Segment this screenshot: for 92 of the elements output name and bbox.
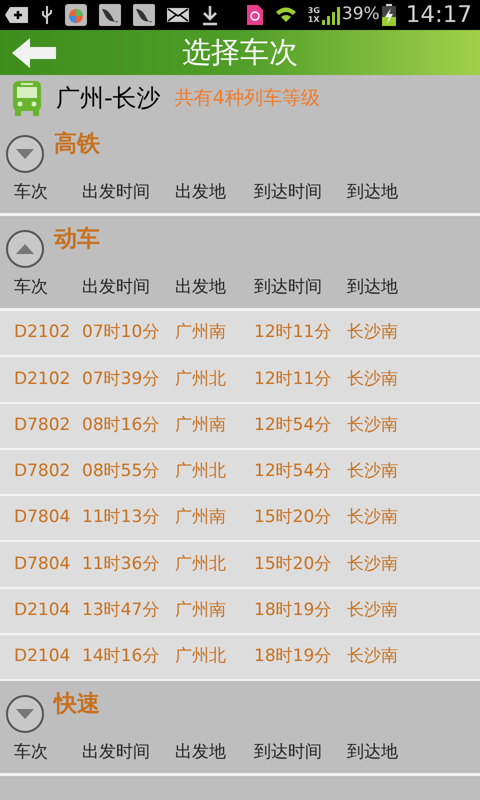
table-cell: 长沙南 (347, 414, 398, 435)
screen-title: 选择车次 (182, 34, 298, 71)
section-title: 快速 (54, 690, 100, 719)
plus-icon (4, 6, 30, 24)
train-row[interactable]: D2102 07时39分 广州北 12时11分 长沙南 (0, 357, 480, 404)
clock: 14:17 (406, 0, 473, 30)
table-cell: 08时16分 (82, 414, 160, 435)
column-header: 出发地 (175, 182, 226, 202)
table-cell: 15时20分 (254, 507, 332, 528)
battery-charging-icon (382, 4, 396, 26)
route-name: 广州-长沙 (56, 83, 161, 114)
network-type: 3G (308, 6, 320, 15)
table-cell: D2102 (14, 322, 70, 342)
app-icon (246, 4, 264, 26)
table-cell: D2104 (14, 600, 70, 620)
column-header: 车次 (14, 277, 48, 298)
expand-toggle[interactable] (6, 230, 44, 268)
table-cell: 11时13分 (82, 507, 160, 528)
table-cell: 长沙南 (347, 646, 398, 666)
train-row[interactable]: D2104 14时16分 广州北 18时19分 长沙南 (0, 634, 480, 681)
table-cell: 广州北 (175, 554, 226, 574)
down-triangle-icon (16, 709, 34, 719)
column-header: 出发时间 (82, 182, 150, 202)
back-button[interactable] (12, 36, 56, 70)
table-cell: 18时19分 (254, 600, 332, 620)
back-arrow-icon (12, 38, 56, 68)
table-cell: 长沙南 (347, 322, 398, 342)
expand-toggle[interactable] (6, 135, 44, 173)
column-header: 出发地 (175, 742, 226, 762)
column-header: 到达时间 (254, 182, 322, 202)
column-header: 车次 (14, 182, 48, 202)
download-icon (200, 4, 220, 26)
column-header: 到达地 (347, 277, 398, 298)
table-cell: 15时20分 (254, 554, 332, 574)
table-cell: 12时54分 (254, 461, 332, 482)
table-cell: 12时11分 (254, 368, 332, 389)
table-cell: 长沙南 (347, 600, 398, 620)
column-header: 到达时间 (254, 277, 322, 298)
mail-icon (166, 6, 190, 24)
up-triangle-icon (16, 244, 34, 254)
column-header: 到达地 (347, 742, 398, 762)
train-row[interactable]: D7802 08时55分 广州北 12时54分 长沙南 (0, 450, 480, 496)
column-header: 出发地 (175, 277, 226, 298)
table-cell: 18时19分 (254, 646, 332, 666)
table-cell: 11时36分 (82, 554, 160, 574)
table-cell: D7804 (14, 507, 70, 528)
table-cell: 07时39分 (82, 368, 160, 389)
table-cell: 广州南 (175, 414, 226, 435)
column-header: 出发时间 (82, 277, 150, 298)
section-title: 动车 (54, 224, 100, 254)
section-title: 高铁 (54, 130, 100, 159)
table-cell: 广州北 (175, 646, 226, 666)
table-cell: D2102 (14, 368, 70, 389)
app-icon (64, 3, 88, 27)
bus-icon (12, 80, 42, 116)
train-row[interactable]: D7804 11时13分 广州南 15时20分 长沙南 (0, 496, 480, 542)
column-header: 出发时间 (82, 742, 150, 762)
network-type: 1X (308, 15, 320, 24)
column-header: 车次 (14, 742, 48, 762)
table-cell: 广州北 (175, 368, 226, 389)
table-cell: 广州北 (175, 461, 226, 482)
signal-icon (322, 5, 340, 25)
table-cell: D7802 (14, 461, 70, 482)
table-cell: 广州南 (175, 507, 226, 528)
train-row[interactable]: D7802 08时16分 广州南 12时54分 长沙南 (0, 404, 480, 450)
table-cell: 长沙南 (347, 554, 398, 574)
pea-pod-icon (132, 3, 156, 27)
pea-pod-icon (98, 3, 122, 27)
expand-toggle[interactable] (6, 695, 44, 733)
table-cell: D7802 (14, 414, 70, 435)
column-header: 到达时间 (254, 742, 322, 762)
table-cell: 长沙南 (347, 461, 398, 482)
table-cell: 12时54分 (254, 414, 332, 435)
table-cell: 12时11分 (254, 322, 332, 342)
table-cell: 广州南 (175, 322, 226, 342)
column-header: 到达地 (347, 182, 398, 202)
down-triangle-icon (16, 149, 34, 159)
table-cell: 长沙南 (347, 507, 398, 528)
table-cell: D7804 (14, 554, 70, 574)
usb-icon (40, 5, 54, 25)
table-cell: 广州南 (175, 600, 226, 620)
table-cell: 14时16分 (82, 646, 160, 666)
table-cell: 07时10分 (82, 322, 160, 342)
train-row[interactable]: D2102 07时10分 广州南 12时11分 长沙南 (0, 311, 480, 358)
battery-percent: 39% (342, 3, 380, 26)
table-cell: 08时55分 (82, 461, 160, 482)
table-cell: D2104 (14, 646, 70, 666)
train-row[interactable]: D2104 13时47分 广州南 18时19分 长沙南 (0, 588, 480, 635)
table-cell: 13时47分 (82, 600, 160, 620)
train-class-count: 共有4种列车等级 (174, 86, 320, 111)
train-row[interactable]: D7804 11时36分 广州北 15时20分 长沙南 (0, 542, 480, 588)
table-cell: 长沙南 (347, 368, 398, 389)
